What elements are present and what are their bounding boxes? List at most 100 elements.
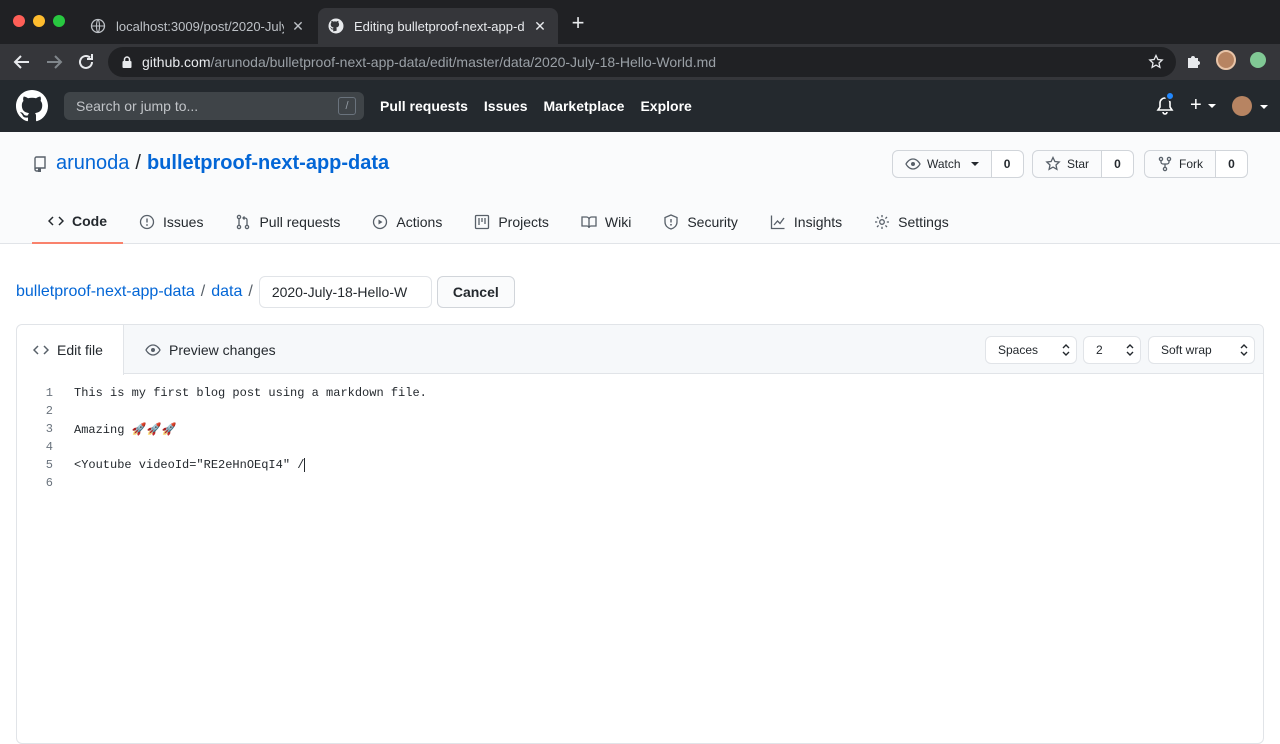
search-placeholder: Search or jump to...: [76, 98, 199, 114]
watch-count[interactable]: 0: [991, 150, 1024, 178]
repo-owner-link[interactable]: arunoda: [56, 152, 129, 175]
browser-tab-localhost[interactable]: localhost:3009/post/2020-July ✕: [80, 8, 316, 44]
play-icon: [373, 214, 388, 230]
text-cursor: [304, 458, 306, 472]
tab-label: Security: [687, 214, 738, 230]
breadcrumb-separator: /: [200, 283, 206, 300]
tab-security[interactable]: Security: [647, 200, 754, 244]
tab-edit-file[interactable]: Edit file: [17, 325, 124, 375]
tab-label: Edit file: [57, 342, 103, 358]
browser-tab-bar: localhost:3009/post/2020-July ✕ Editing …: [0, 0, 1280, 44]
tab-actions[interactable]: Actions: [356, 200, 458, 244]
user-avatar[interactable]: [1232, 96, 1252, 116]
eye-icon: [145, 343, 161, 356]
fork-button[interactable]: Fork: [1144, 150, 1216, 178]
star-label: Star: [1067, 157, 1090, 171]
repo-nav-tabs: Code Issues Pull requests Actions Projec…: [32, 200, 965, 244]
code-line: 1 This is my first blog post using a mark…: [17, 384, 1263, 402]
github-header: Search or jump to... / Pull requests Iss…: [0, 80, 1280, 132]
select-value: Soft wrap: [1161, 343, 1212, 357]
browser-profile-avatar[interactable]: [1216, 50, 1236, 70]
forward-arrow-icon[interactable]: [42, 50, 66, 74]
nav-explore[interactable]: Explore: [640, 98, 691, 114]
tab-wiki[interactable]: Wiki: [565, 200, 647, 244]
indent-size-select[interactable]: 2: [1083, 336, 1141, 364]
watch-control: Watch 0: [892, 150, 1024, 178]
plus-icon: +: [1190, 94, 1202, 116]
filename-input[interactable]: 2020-July-18-Hello-W: [258, 276, 432, 308]
new-tab-button[interactable]: +: [568, 12, 588, 34]
project-icon: [475, 214, 490, 230]
extensions-puzzle-icon[interactable]: [1185, 52, 1203, 70]
tab-label: Wiki: [604, 214, 632, 230]
reload-icon[interactable]: [74, 50, 98, 74]
line-number: 1: [45, 386, 53, 400]
code-icon: [48, 216, 64, 226]
bookmark-star-icon[interactable]: [1148, 54, 1164, 70]
nav-issues[interactable]: Issues: [484, 98, 528, 114]
gear-icon: [875, 215, 890, 229]
tab-label: Projects: [498, 214, 549, 230]
git-pull-request-icon: [237, 214, 250, 230]
watch-button[interactable]: Watch: [892, 150, 992, 178]
tab-pull-requests[interactable]: Pull requests: [219, 200, 356, 244]
chevron-down-icon[interactable]: [1260, 105, 1268, 109]
window-minimize-button[interactable]: [33, 15, 45, 27]
tab-settings[interactable]: Settings: [858, 200, 965, 244]
tab-label: Pull requests: [259, 214, 341, 230]
code-line: 2: [17, 402, 1263, 420]
window-maximize-button[interactable]: [53, 15, 65, 27]
book-icon: [581, 216, 597, 229]
repo-title: arunoda / bulletproof-next-app-data: [32, 152, 389, 175]
eye-icon: [905, 158, 921, 170]
repo-header: arunoda / bulletproof-next-app-data Watc…: [0, 132, 1280, 244]
code-line: 6: [17, 474, 1263, 492]
line-number: 3: [45, 422, 53, 436]
repo-name-link[interactable]: bulletproof-next-app-data: [147, 152, 389, 175]
tab-close-icon[interactable]: ✕: [532, 18, 548, 34]
code-line: 5 <Youtube videoId="RE2eHnOEqI4" /: [17, 456, 1263, 474]
back-arrow-icon[interactable]: [10, 50, 34, 74]
create-new-dropdown[interactable]: +: [1190, 94, 1216, 117]
nav-pull-requests[interactable]: Pull requests: [380, 98, 468, 114]
tab-label: Issues: [163, 214, 204, 230]
indent-mode-select[interactable]: Spaces: [985, 336, 1077, 364]
shield-icon: [664, 214, 678, 230]
wrap-mode-select[interactable]: Soft wrap: [1148, 336, 1255, 364]
star-button[interactable]: Star: [1032, 150, 1103, 178]
header-nav: Pull requests Issues Marketplace Explore: [380, 80, 692, 132]
search-input[interactable]: Search or jump to... /: [64, 92, 364, 120]
address-bar[interactable]: github.com/arunoda/bulletproof-next-app-…: [108, 47, 1176, 77]
tab-insights[interactable]: Insights: [754, 200, 858, 244]
line-content: This is my first blog post using a markd…: [74, 386, 427, 400]
tab-close-icon[interactable]: ✕: [290, 18, 306, 34]
tab-label: Insights: [793, 214, 843, 230]
select-arrows-icon: [1126, 344, 1134, 356]
breadcrumb-repo-link[interactable]: bulletproof-next-app-data: [16, 283, 195, 301]
issue-opened-icon: [139, 214, 155, 230]
line-content: Amazing 🚀🚀🚀: [74, 422, 177, 437]
breadcrumb-dir-link[interactable]: data: [211, 283, 242, 301]
fork-count[interactable]: 0: [1216, 150, 1248, 178]
code-line: 4: [17, 438, 1263, 456]
star-count[interactable]: 0: [1102, 150, 1135, 178]
tab-title: localhost:3009/post/2020-July: [116, 18, 284, 34]
tab-code[interactable]: Code: [32, 200, 123, 244]
github-logo-icon[interactable]: [16, 90, 48, 122]
browser-tab-github[interactable]: Editing bulletproof-next-app-d ✕: [318, 8, 558, 44]
fork-label: Fork: [1179, 157, 1203, 171]
star-icon: [1045, 156, 1061, 171]
select-arrows-icon: [1240, 344, 1248, 356]
tab-title: Editing bulletproof-next-app-d: [354, 18, 525, 34]
window-close-button[interactable]: [13, 15, 25, 27]
watch-label: Watch: [927, 157, 961, 171]
code-area[interactable]: 1 This is my first blog post using a mark…: [17, 375, 1263, 492]
tab-issues[interactable]: Issues: [123, 200, 219, 244]
cancel-button[interactable]: Cancel: [436, 276, 515, 308]
select-value: 2: [1096, 343, 1103, 357]
update-arrow-icon[interactable]: [1250, 52, 1266, 68]
file-editor: Edit file Preview changes Spaces 2 Soft …: [16, 324, 1264, 744]
nav-marketplace[interactable]: Marketplace: [544, 98, 625, 114]
tab-projects[interactable]: Projects: [458, 200, 565, 244]
tab-preview-changes[interactable]: Preview changes: [129, 325, 292, 374]
